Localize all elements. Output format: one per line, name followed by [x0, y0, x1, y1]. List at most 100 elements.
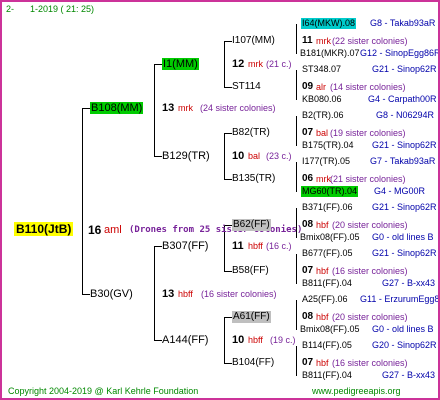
gen3-d1-note: (20 sister colonies)	[332, 312, 408, 322]
gen3-a1-id[interactable]: I107(MM)	[232, 35, 275, 47]
gen3-c2-id[interactable]: B58(FF)	[232, 265, 269, 277]
gen2-c-note: (16 c.)	[266, 241, 292, 251]
connector-b1-parents	[296, 116, 297, 146]
gen2-d-note: (19 c.)	[270, 335, 296, 345]
gen3-d1-id[interactable]: A61(FF)	[232, 311, 271, 323]
gen2-c-mark: hbff	[248, 241, 263, 251]
connector-b2-parents	[296, 162, 297, 192]
gen2-d-generation: 10	[232, 334, 245, 346]
connector-root-lower	[82, 294, 90, 295]
gen4-info: G27 - B-xx43	[382, 278, 436, 288]
connector-a2-parents	[296, 70, 297, 100]
gen3-a2-mark: alr	[316, 82, 327, 92]
root-queen-id[interactable]: B110(JtB)	[14, 222, 74, 236]
gen3-d2-id[interactable]: B104(FF)	[232, 357, 274, 369]
connector-c2-parents	[296, 254, 297, 284]
gen4-info: G27 - B-xx43	[382, 370, 436, 380]
gen2-c-generation: 11	[232, 240, 244, 252]
connector-d1	[224, 317, 232, 318]
root-generation: 16	[88, 223, 102, 237]
gen4-id[interactable]: MG60(TR).04	[301, 186, 359, 197]
root-drone-note: (Drones from 25 sister colonies)	[129, 225, 303, 235]
gen3-c2-generation: 07	[302, 265, 314, 276]
gen4-id[interactable]: B811(FF).04	[302, 370, 352, 381]
gen3-a1-note: (22 sister colonies)	[332, 36, 408, 46]
gen3-b1-id[interactable]: B82(TR)	[232, 127, 270, 139]
gen4-info: G8 - Takab93aR	[370, 18, 436, 28]
connector-upper	[154, 64, 155, 156]
gen4-id[interactable]: B2(TR).06	[302, 110, 344, 121]
gen2-c-id[interactable]: B307(FF)	[162, 240, 208, 252]
gen2-a-mark: mrk	[248, 59, 263, 69]
gen4-id[interactable]: KB080.06	[302, 94, 342, 105]
connector-a1-parents	[296, 24, 297, 54]
gen4-info: G8 - N06294R	[376, 110, 435, 120]
gen3-b1-note: (19 sister colonies)	[330, 128, 406, 138]
gen3-a2-note: (14 sister colonies)	[330, 82, 406, 92]
gen3-a2-id[interactable]: ST114	[232, 81, 261, 93]
header-number: 2-	[6, 4, 15, 14]
gen4-id[interactable]: B175(TR).04	[302, 140, 354, 151]
connector-b2	[224, 179, 232, 180]
connector-lower	[154, 246, 155, 340]
connector-lower-d	[154, 340, 162, 341]
gen1-upper-id[interactable]: B108(MM)	[90, 102, 144, 114]
gen1-upper-generation: 13	[162, 102, 175, 114]
gen4-id[interactable]: Bmix08(FF).05	[300, 232, 360, 243]
gen1-lower-generation: 13	[162, 288, 175, 300]
pedigree-frame: 2- 1-2019 ( 21: 25) B110(JtB) 16 aml (Dr…	[0, 0, 440, 400]
gen2-b-mark: bal	[248, 151, 261, 161]
connector-upper-b	[154, 156, 162, 157]
gen4-id[interactable]: I64(MKW).08	[301, 18, 357, 29]
gen3-d2-note: (16 sister colonies)	[332, 358, 408, 368]
gen4-info: G20 - Sinop62R	[372, 340, 437, 350]
gen3-c1-generation: 08	[302, 219, 314, 230]
root-mark: aml	[104, 224, 122, 236]
gen3-b1-generation: 07	[302, 127, 314, 138]
connector-root	[82, 108, 83, 294]
gen3-c1-note: (20 sister colonies)	[332, 220, 408, 230]
gen4-id[interactable]: A25(FF).06	[302, 294, 348, 305]
gen4-info: G21 - Sinop62R	[372, 248, 437, 258]
gen3-c2-note: (16 sister colonies)	[332, 266, 408, 276]
gen2-b-note: (23 c.)	[266, 151, 292, 161]
header-date: 1-2019 ( 21: 25)	[30, 4, 95, 14]
gen3-b2-id[interactable]: B135(TR)	[232, 173, 275, 185]
gen2-d-id[interactable]: A144(FF)	[162, 334, 208, 346]
gen3-c1-id[interactable]: B62(FF)	[232, 219, 271, 231]
gen4-info: G0 - old lines B	[372, 324, 434, 334]
gen3-c2-mark: hbf	[316, 266, 329, 276]
gen3-c1-mark: hbf	[316, 220, 329, 230]
gen2-d-mark: hbff	[248, 335, 263, 345]
gen4-info: G21 - Sinop62R	[372, 64, 437, 74]
gen3-d2-generation: 07	[302, 357, 314, 368]
gen2-a-generation: 12	[232, 58, 245, 70]
gen4-id[interactable]: I177(TR).05	[302, 156, 350, 167]
gen4-info: G7 - Takab93aR	[370, 156, 436, 166]
gen1-lower-mark: hbff	[178, 289, 193, 299]
footer-copyright: Copyright 2004-2019 @ Karl Kehrle Founda…	[8, 386, 199, 396]
gen3-b2-generation: 06	[302, 173, 314, 184]
gen4-id[interactable]: B811(FF).04	[302, 278, 352, 289]
connector-d2-parents	[296, 346, 297, 376]
gen2-a-id[interactable]: I1(MM)	[162, 58, 199, 70]
gen1-upper-note: (24 sister colonies)	[200, 103, 276, 113]
gen4-id[interactable]: B677(FF).05	[302, 248, 353, 259]
gen4-info: G11 - ErzurumEgg8	[360, 294, 440, 304]
gen4-id[interactable]: Bmix08(FF).05	[300, 324, 360, 335]
gen4-id[interactable]: B181(MKR).07	[300, 48, 360, 59]
gen3-d2-mark: hbf	[316, 358, 329, 368]
gen2-b-id[interactable]: B129(TR)	[162, 150, 210, 162]
gen4-id[interactable]: B371(FF).06	[302, 202, 353, 213]
gen4-info: G4 - MG00R	[374, 186, 426, 196]
connector-d2	[224, 363, 232, 364]
connector-b	[224, 133, 225, 179]
gen1-lower-id[interactable]: B30(GV)	[90, 288, 133, 300]
gen4-id[interactable]: B114(FF).05	[302, 340, 352, 351]
connector-b1	[224, 133, 232, 134]
gen2-a-note: (21 c.)	[266, 59, 292, 69]
connector-root-upper	[82, 108, 90, 109]
footer-site-link[interactable]: www.pedigreeapis.org	[312, 386, 401, 397]
gen4-id[interactable]: ST348.07	[302, 64, 341, 75]
gen1-upper-mark: mrk	[178, 103, 193, 113]
